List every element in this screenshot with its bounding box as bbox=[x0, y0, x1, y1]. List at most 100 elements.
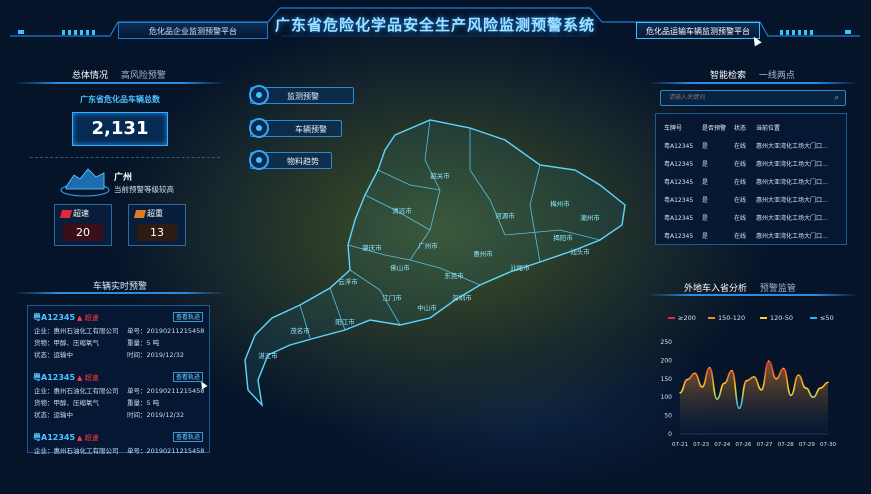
map-city-label[interactable]: 汕头市 bbox=[570, 246, 590, 256]
alert-weight: 重量：5 吨 bbox=[127, 339, 160, 347]
table-header[interactable]: 是否预警 bbox=[700, 118, 732, 136]
stat-speeding[interactable]: 超速 20 bbox=[54, 204, 112, 246]
map-city-label[interactable]: 河源市 bbox=[495, 210, 515, 220]
alert-item[interactable]: 粤A12345 ▲ 超速 查看轨迹 企业：惠州石油化工有限公司 单号：201902112… bbox=[33, 432, 204, 490]
x-tick-label: 07-28 bbox=[778, 442, 794, 448]
table-row[interactable]: 粤A12345 是 在线 惠州大亚湾化工场大门口... bbox=[662, 226, 846, 244]
map-city-label[interactable]: 东莞市 bbox=[444, 270, 464, 280]
y-tick-label: 50 bbox=[664, 413, 672, 420]
table-row[interactable]: 粤A12345 是 在线 惠州大亚湾化工场大门口... bbox=[662, 154, 846, 172]
map-city-label[interactable]: 茂名市 bbox=[290, 325, 310, 335]
table-cell: 粤A12345 bbox=[664, 214, 694, 222]
flag-icon bbox=[59, 210, 73, 218]
table-header[interactable]: 状态 bbox=[732, 118, 754, 136]
x-tick-label: 07-24 bbox=[714, 442, 730, 448]
data-point bbox=[723, 382, 726, 384]
view-track-button[interactable]: 查看轨迹 bbox=[173, 372, 203, 382]
map-city-label[interactable]: 广州市 bbox=[418, 240, 438, 250]
map-city-label[interactable]: 潮州市 bbox=[580, 212, 600, 222]
tab-high-risk[interactable]: 高风险预警 bbox=[121, 71, 166, 81]
total-title: 广东省危化品车辆总数 bbox=[80, 95, 160, 104]
table-row[interactable]: 粤A12345 是 在线 惠州大亚湾化工场大门口... bbox=[662, 190, 846, 208]
tab-smart-search[interactable]: 智能检索 bbox=[710, 71, 746, 81]
header: 危化品企业监测预警平台 广东省危险化学品安全生产风险监测预警系统 危化品运输车辆… bbox=[0, 0, 871, 48]
table-row[interactable]: 粤A12345 是 在线 惠州大亚湾化工场大门口... bbox=[662, 172, 846, 190]
city-name: 广州 bbox=[114, 173, 133, 183]
header-dot-right bbox=[845, 30, 851, 34]
btn-vehicle-warning[interactable]: 车辆预警 bbox=[249, 118, 342, 138]
map-city-label[interactable]: 韶关市 bbox=[430, 170, 450, 180]
left-divider bbox=[15, 82, 225, 84]
stat-speeding-label: 超速 bbox=[73, 209, 89, 218]
table-cell: 是 bbox=[702, 196, 709, 204]
right-panel-tabs: 智能检索 一线两点 bbox=[710, 68, 805, 81]
map-city-label[interactable]: 揭阳市 bbox=[553, 232, 573, 242]
map-city-label[interactable]: 佛山市 bbox=[390, 262, 410, 272]
target-icon bbox=[249, 85, 269, 105]
btn-vehicle-warning-label: 车辆预警 bbox=[295, 125, 327, 134]
data-point bbox=[775, 378, 777, 380]
tab-external-vehicles[interactable]: 外地车入省分析 bbox=[684, 284, 747, 294]
data-point bbox=[731, 370, 733, 372]
table-row[interactable]: 粤A12345 是 在线 惠州大亚湾化工场大门口... bbox=[662, 136, 846, 154]
data-point bbox=[753, 376, 755, 378]
city-warning-level: 当前预警等级较高 bbox=[114, 185, 174, 194]
data-point bbox=[679, 392, 681, 394]
table-header[interactable]: 当前位置 bbox=[754, 118, 846, 136]
x-tick-label: 07-21 bbox=[672, 442, 688, 448]
x-tick-label: 07-23 bbox=[693, 442, 709, 448]
tab-warning-supervision[interactable]: 预警监管 bbox=[760, 284, 796, 294]
table-cell: 惠州大亚湾化工场大门口... bbox=[756, 160, 828, 168]
x-tick-label: 07-30 bbox=[820, 442, 836, 448]
data-point bbox=[760, 389, 763, 391]
search-icon[interactable]: ⌕ bbox=[835, 93, 839, 103]
y-tick-label: 150 bbox=[661, 376, 673, 383]
legend-item: ≤50 bbox=[810, 314, 834, 322]
alert-company: 企业：惠州石油化工有限公司 bbox=[34, 447, 119, 455]
btn-monitoring-warning[interactable]: 监测预警 bbox=[249, 85, 354, 105]
stat-overweight[interactable]: 超重 13 bbox=[128, 204, 186, 246]
map-city-label[interactable]: 汕尾市 bbox=[510, 262, 530, 272]
alert-status: 状态：运输中 bbox=[34, 351, 73, 359]
map-city-label[interactable]: 云浮市 bbox=[338, 276, 358, 286]
map-city-label[interactable]: 深圳市 bbox=[452, 292, 472, 302]
alert-plate: 粤A12345 bbox=[33, 433, 76, 442]
tab-overview[interactable]: 总体情况 bbox=[72, 71, 108, 81]
search-input[interactable] bbox=[661, 91, 821, 105]
warning-icon: ▲ 超速 bbox=[77, 374, 99, 382]
alert-goods: 货物：甲醇、压缩氧气 bbox=[34, 399, 99, 407]
alert-item[interactable]: 粤A12345 ▲ 超速 查看轨迹 企业：惠州石油化工有限公司 单号：201902112… bbox=[33, 312, 204, 370]
table-header[interactable]: 车牌号 bbox=[662, 118, 700, 136]
btn-material-trend[interactable]: 物料趋势 bbox=[249, 150, 332, 170]
data-point bbox=[819, 387, 822, 389]
table-row[interactable]: 粤A12345 是 在线 惠州大亚湾化工场大门口... bbox=[662, 208, 846, 226]
data-point bbox=[701, 386, 703, 388]
map-city-label[interactable]: 清远市 bbox=[392, 205, 412, 215]
alert-item[interactable]: 粤A12345 ▲ 超速 查看轨迹 企业：惠州石油化工有限公司 单号：201902112… bbox=[33, 372, 204, 430]
map-city-label[interactable]: 梅州市 bbox=[550, 198, 570, 208]
map-city-label[interactable]: 惠州市 bbox=[473, 248, 493, 258]
alert-time: 时间：2019/12/32 bbox=[127, 351, 184, 359]
alert-status: 状态：运输中 bbox=[34, 411, 73, 419]
x-tick-label: 07-29 bbox=[799, 442, 815, 448]
target-icon bbox=[249, 150, 269, 170]
legend-item: 120-50 bbox=[760, 314, 793, 322]
map-city-label[interactable]: 江门市 bbox=[382, 292, 402, 302]
map-city-label[interactable]: 阳江市 bbox=[335, 316, 355, 326]
tab-line-points[interactable]: 一线两点 bbox=[759, 71, 795, 81]
data-point bbox=[686, 378, 689, 381]
y-tick-label: 200 bbox=[661, 357, 673, 364]
view-track-button[interactable]: 查看轨迹 bbox=[173, 432, 203, 442]
map-city-label[interactable]: 中山市 bbox=[417, 302, 437, 312]
city-location-icon bbox=[60, 168, 110, 197]
legend-item: 150-120 bbox=[708, 314, 745, 322]
left-panel-tabs: 总体情况 高风险预警 bbox=[72, 68, 176, 81]
search-box[interactable]: ⌕ bbox=[660, 90, 846, 106]
map-city-label[interactable]: 肇庆市 bbox=[362, 242, 382, 252]
table-cell: 在线 bbox=[734, 160, 747, 168]
tab-vehicle-platform[interactable]: 危化品运输车辆监测预警平台 bbox=[636, 22, 760, 39]
view-track-button[interactable]: 查看轨迹 bbox=[173, 312, 203, 322]
area-chart[interactable]: 0 50 100 150 200 250 07-21 07-23 07-24 07-26 07-27… bbox=[650, 330, 860, 450]
header-stripes-left bbox=[62, 30, 96, 35]
map-city-label[interactable]: 湛江市 bbox=[258, 350, 278, 360]
